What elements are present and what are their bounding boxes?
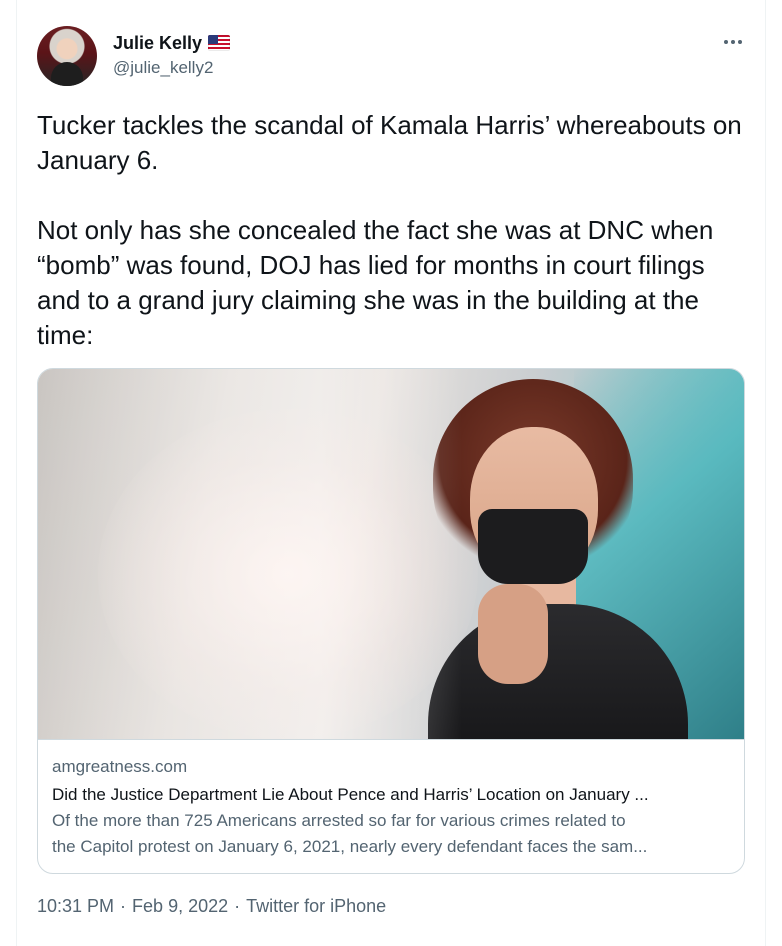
link-card-meta[interactable]: amgreatness.com Did the Justice Departme… <box>38 739 744 873</box>
tweet-paragraph: Tucker tackles the scandal of Kamala Har… <box>37 110 742 175</box>
dot <box>724 40 728 44</box>
avatar-figure <box>51 62 83 86</box>
separator: · <box>120 896 127 916</box>
tweet-date[interactable]: Feb 9, 2022 <box>132 894 228 918</box>
link-card-domain: amgreatness.com <box>52 757 188 776</box>
dot <box>731 40 735 44</box>
link-card-description-line: Of the more than 725 Americans arrested … <box>52 811 626 830</box>
author-name-row[interactable]: Julie Kelly <box>113 32 231 54</box>
tweet-time[interactable]: 10:31 PM <box>37 894 114 918</box>
tweet-timestamp: 10:31 PM · Feb 9, 2022 · Twitter for iPh… <box>37 894 386 918</box>
tweet: Julie Kelly @julie_kelly2 Tucker tackles… <box>16 0 766 946</box>
more-options-icon[interactable] <box>721 32 745 52</box>
link-card-title: Did the Justice Department Lie About Pen… <box>52 785 649 804</box>
author-handle[interactable]: @julie_kelly2 <box>113 58 213 78</box>
tweet-paragraph: Not only has she concealed the fact she … <box>37 215 714 350</box>
link-card-image[interactable] <box>38 369 744 739</box>
avatar[interactable] <box>37 26 97 86</box>
separator: · <box>234 896 241 916</box>
tweet-source[interactable]: Twitter for iPhone <box>246 894 386 918</box>
author-name[interactable]: Julie Kelly <box>113 32 202 54</box>
link-card[interactable]: amgreatness.com Did the Justice Departme… <box>37 368 745 874</box>
tweet-text: Tucker tackles the scandal of Kamala Har… <box>37 108 749 353</box>
us-flag-icon <box>208 35 231 51</box>
image-haze <box>38 369 744 739</box>
link-card-description-line: the Capitol protest on January 6, 2021, … <box>52 837 648 856</box>
link-card-description: Of the more than 725 Americans arrested … <box>52 808 722 860</box>
dot <box>738 40 742 44</box>
